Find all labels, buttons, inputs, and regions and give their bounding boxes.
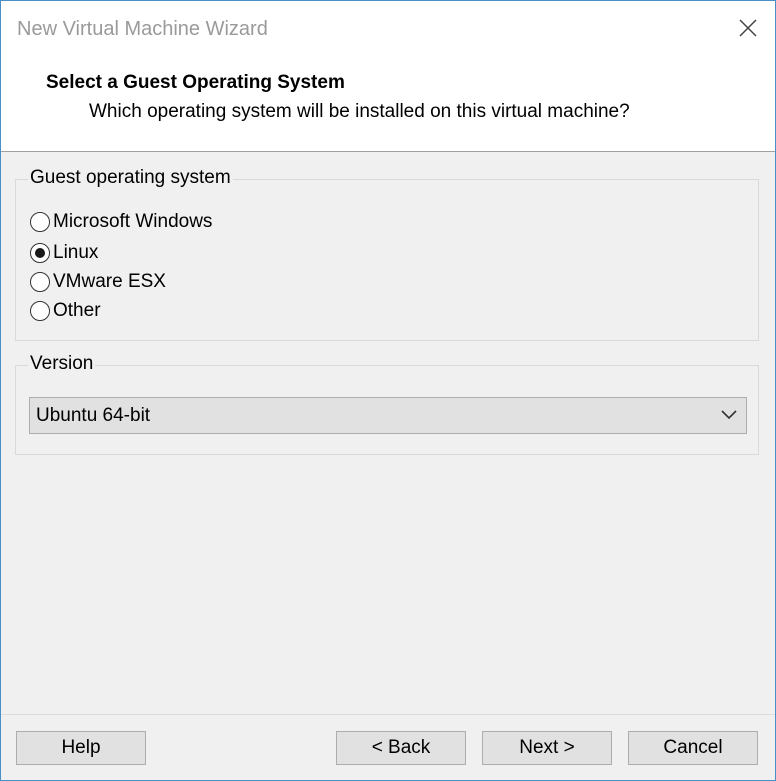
help-button[interactable]: Help [16,731,146,765]
guest-os-group: Guest operating system Microsoft Windows… [15,167,759,341]
guest-os-legend: Guest operating system [28,167,233,189]
page-subtitle: Which operating system will be installed… [89,101,630,122]
version-legend: Version [28,353,96,375]
radio-button[interactable] [30,272,50,292]
title-bar: New Virtual Machine Wizard [1,1,775,59]
wizard-header: Select a Guest Operating System Which op… [1,59,775,152]
next-button[interactable]: Next > [482,731,612,765]
radio-label: VMware ESX [53,271,166,292]
page-title: Select a Guest Operating System [46,72,345,93]
radio-other[interactable]: Other [30,298,101,324]
close-icon [739,19,757,37]
cancel-button[interactable]: Cancel [628,731,758,765]
back-button[interactable]: < Back [336,731,466,765]
chevron-down-icon [721,410,737,420]
wizard-window: New Virtual Machine Wizard Select a Gues… [0,0,776,781]
radio-vmware-esx[interactable]: VMware ESX [30,269,166,295]
radio-linux[interactable]: Linux [30,240,98,266]
radio-label: Linux [53,242,99,263]
radio-microsoft-windows[interactable]: Microsoft Windows [30,209,212,235]
radio-label: Other [53,300,101,321]
radio-button[interactable] [30,212,50,232]
version-group: Version Ubuntu 64-bit [15,353,759,455]
close-button[interactable] [735,15,761,41]
window-title: New Virtual Machine Wizard [17,18,268,40]
radio-label: Microsoft Windows [53,211,213,232]
version-select-value: Ubuntu 64-bit [36,405,151,426]
radio-button[interactable] [30,301,50,321]
radio-button-selected[interactable] [30,243,50,263]
button-bar: Help < Back Next > Cancel [1,714,775,781]
version-select[interactable]: Ubuntu 64-bit [29,397,747,434]
